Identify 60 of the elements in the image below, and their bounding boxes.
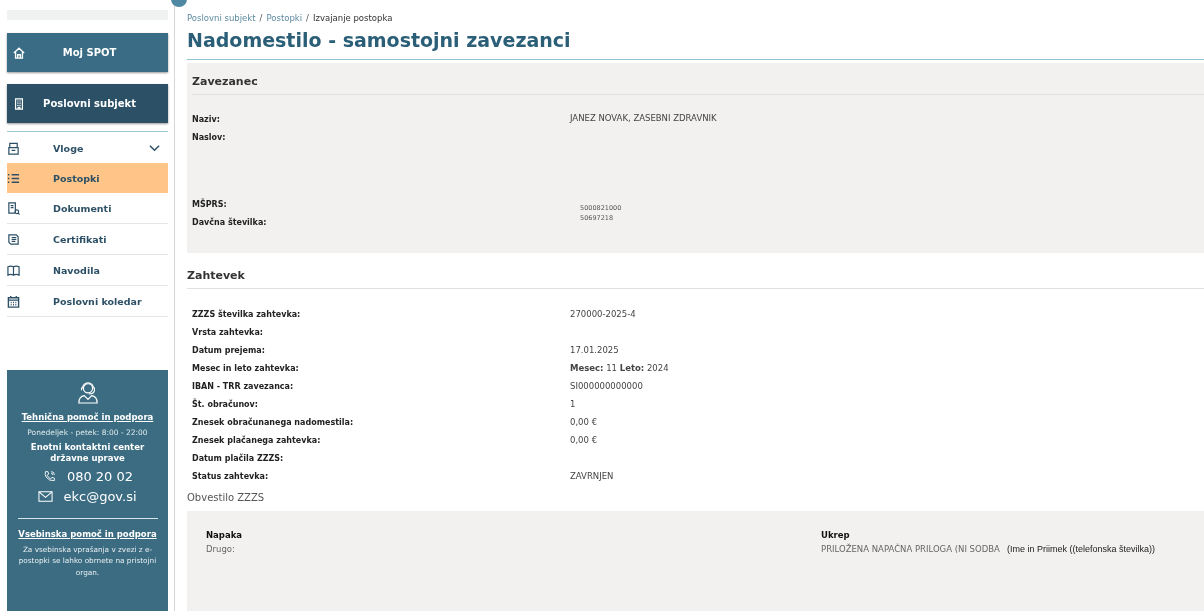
field-value: JANEZ NOVAK, ZASEBNI ZDRAVNIK [570, 113, 717, 125]
contact-center-name: Enotni kontaktni center državne uprave [29, 442, 146, 465]
field-label: ZZZS številka zahtevka: [192, 308, 302, 321]
sidebar-item[interactable]: Navodila [7, 255, 168, 286]
field-label: Davčna številka: [192, 216, 268, 229]
field-value: 0,00 € [570, 434, 598, 447]
email-address: ekc@gov.si [63, 489, 137, 505]
field-label: Datum plačila ZZZS: [192, 452, 285, 465]
field-value: 270000-2025-4 [570, 308, 636, 321]
field-value: Mesec: 11 Leto: 2024 [570, 362, 669, 375]
phone-number: 080 20 02 [66, 469, 134, 485]
field-value: 1 [570, 398, 576, 411]
sidebar-item[interactable]: Vloge [7, 133, 168, 163]
tray-icon [7, 141, 20, 155]
field-label: Znesek plačanega zahtevka: [192, 434, 322, 447]
breadcrumb-link[interactable]: Postopki [266, 13, 303, 23]
field-value: 17.01.2025 [570, 344, 619, 357]
content-support-link[interactable]: Vsebinska pomoč in podpora [18, 529, 157, 540]
field-label: Mesec in leto zahtevka: [192, 363, 300, 375]
page-title: Nadomestilo - samostojni zavezanci [187, 29, 1204, 60]
certificate-icon [7, 232, 20, 246]
field-value: Drugo: [206, 544, 236, 554]
field-value: 0,00 € [570, 416, 598, 429]
section-heading: Zahtevek [187, 269, 1204, 289]
technical-support-link[interactable]: Tehnična pomoč in podpora [21, 412, 154, 422]
document-search-icon [7, 201, 20, 215]
breadcrumb-link[interactable]: Poslovni subjekt [187, 13, 256, 23]
breadcrumb-separator: / [306, 13, 309, 23]
field-label: Naslov: [192, 132, 227, 144]
section-subheading: Obvestilo ZZZS [187, 492, 266, 503]
building-icon [13, 97, 25, 110]
field-value: ZAVRNJEN [570, 470, 614, 483]
sidebar-item[interactable]: Certifikati [7, 224, 168, 255]
sidebar-item[interactable]: Poslovni koledar [7, 286, 168, 317]
field-label: Znesek obračunanega nadomestila: [192, 416, 355, 429]
sidebar-item[interactable]: Dokumenti [7, 193, 168, 224]
field-label: Vrsta zahtevka: [192, 327, 265, 339]
field-value: SI000000000000 [570, 380, 643, 393]
section-heading: Zavezanec [192, 75, 1204, 95]
field-label: Naziv: [192, 114, 221, 126]
field-label: Napaka [206, 530, 244, 540]
field-value: (Ime in Priimek ((telefonska številka)) [1006, 544, 1155, 554]
book-icon [7, 263, 20, 277]
chevron-down-icon [149, 144, 160, 152]
field-label: IBAN - TRR zavezanca: [192, 381, 295, 393]
field-label: Datum prejema: [192, 345, 266, 357]
field-label: MŠPRS: [192, 198, 228, 211]
home-icon [13, 46, 25, 59]
sidebar-main-button[interactable]: Moj SPOT [7, 33, 168, 72]
field-label: Št. obračunov: [192, 398, 260, 411]
sidebar-item[interactable]: Postopki [7, 163, 168, 193]
field-value: PRILOŽENA NAPAČNA PRILOGA (NI SODBA [821, 544, 1000, 554]
breadcrumb-separator: / [259, 13, 263, 23]
support-agent-icon [76, 380, 99, 404]
list-icon [7, 171, 20, 185]
calendar-icon [7, 294, 20, 308]
field-label: Status zahtevka: [192, 471, 270, 483]
field-label: Ukrep [821, 530, 851, 540]
mail-icon [38, 490, 54, 504]
sidebar-main-button[interactable]: Poslovni subjekt [7, 84, 168, 123]
